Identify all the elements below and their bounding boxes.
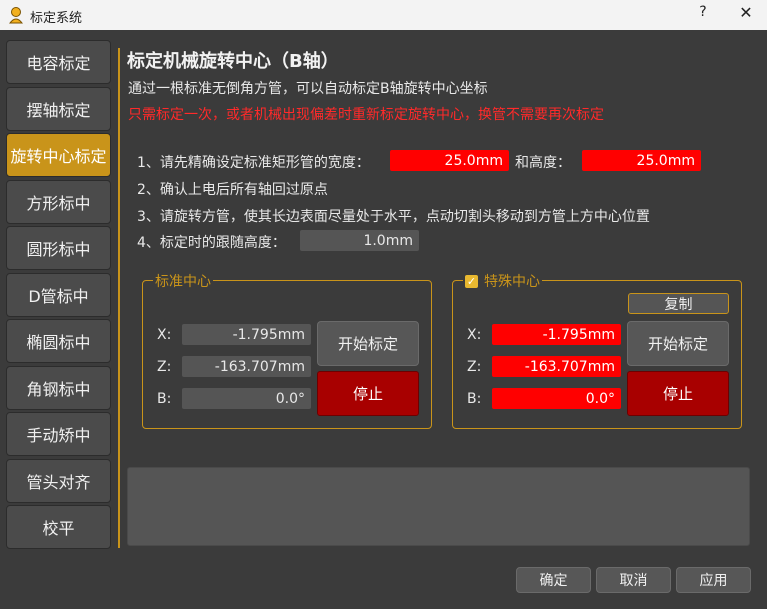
step-2-label: 2、确认上电后所有轴回过原点 [137, 182, 328, 198]
window-title: 标定系统 [30, 11, 83, 26]
warning-text: 只需标定一次，或者机械出现偏差时重新标定旋转中心，换管不需要再次标定 [128, 107, 604, 123]
apply-button[interactable]: 应用 [676, 567, 751, 593]
std-x-value: -1.795mm [182, 324, 311, 345]
std-b-value: 0.0° [182, 388, 311, 409]
page-title: 标定机械旋转中心（B轴） [127, 51, 339, 72]
std-stop-button[interactable]: 停止 [317, 371, 419, 416]
height-label: 和高度： [515, 155, 571, 171]
std-z-value: -163.707mm [182, 356, 311, 377]
sp-stop-button[interactable]: 停止 [627, 371, 729, 416]
sp-b-value[interactable]: 0.0° [492, 388, 621, 409]
sp-b-label: B: [467, 391, 482, 407]
sp-start-calibration-button[interactable]: 开始标定 [627, 321, 729, 366]
standard-center-title: 标准中心 [155, 274, 211, 290]
std-b-label: B: [157, 391, 172, 407]
sidebar-item-swing-axis[interactable]: 摆轴标定 [6, 87, 111, 131]
cancel-button[interactable]: 取消 [596, 567, 671, 593]
accent-divider [118, 48, 120, 548]
app-icon [8, 7, 24, 24]
sidebar-item-tube-head-align[interactable]: 管头对齐 [6, 459, 111, 503]
sidebar-item-manual-center[interactable]: 手动矫中 [6, 412, 111, 456]
standard-center-legend: 标准中心 [153, 271, 213, 291]
page-subtitle: 通过一根标准无倒角方管，可以自动标定B轴旋转中心坐标 [128, 81, 488, 97]
help-button[interactable]: ? [697, 4, 709, 20]
sidebar-item-square-center[interactable]: 方形标中 [6, 180, 111, 224]
sp-z-value[interactable]: -163.707mm [492, 356, 621, 377]
standard-center-group: 标准中心 X: -1.795mm Z: -163.707mm B: 0.0° 开… [142, 271, 432, 429]
sp-z-label: Z: [467, 359, 482, 375]
width-input[interactable]: 25.0mm [390, 150, 509, 171]
copy-button[interactable]: 复制 [628, 293, 729, 314]
sidebar-item-d-tube-center[interactable]: D管标中 [6, 273, 111, 317]
std-x-label: X: [157, 327, 172, 343]
sidebar-item-round-center[interactable]: 圆形标中 [6, 226, 111, 270]
sidebar-item-rotation-center[interactable]: 旋转中心标定 [6, 133, 111, 177]
special-center-checkbox[interactable]: ✓ [465, 274, 478, 288]
sidebar-item-capacitance[interactable]: 电容标定 [6, 40, 111, 84]
std-z-label: Z: [157, 359, 172, 375]
title-bar: 标定系统 ? ✕ [0, 0, 767, 30]
step-1-label: 1、请先精确设定标准矩形管的宽度： [137, 155, 370, 171]
step-4-label: 4、标定时的跟随高度： [137, 235, 286, 251]
special-center-legend: ✓ 特殊中心 [463, 271, 542, 291]
close-button[interactable]: ✕ [736, 3, 756, 22]
sidebar-item-ellipse-center[interactable]: 椭圆标中 [6, 319, 111, 363]
sp-x-label: X: [467, 327, 482, 343]
follow-height-input[interactable]: 1.0mm [300, 230, 419, 251]
special-center-group: ✓ 特殊中心 复制 X: -1.795mm Z: -163.707mm B: 0… [452, 271, 742, 429]
sidebar-item-leveling[interactable]: 校平 [6, 505, 111, 549]
height-input[interactable]: 25.0mm [582, 150, 701, 171]
step-3-label: 3、请旋转方管，使其长边表面尽量处于水平，点动切割头移动到方管上方中心位置 [137, 209, 650, 225]
std-start-calibration-button[interactable]: 开始标定 [317, 321, 419, 366]
sp-x-value[interactable]: -1.795mm [492, 324, 621, 345]
sidebar-item-angle-steel-center[interactable]: 角钢标中 [6, 366, 111, 410]
message-area[interactable] [127, 467, 750, 546]
ok-button[interactable]: 确定 [516, 567, 591, 593]
special-center-title: 特殊中心 [484, 274, 540, 290]
